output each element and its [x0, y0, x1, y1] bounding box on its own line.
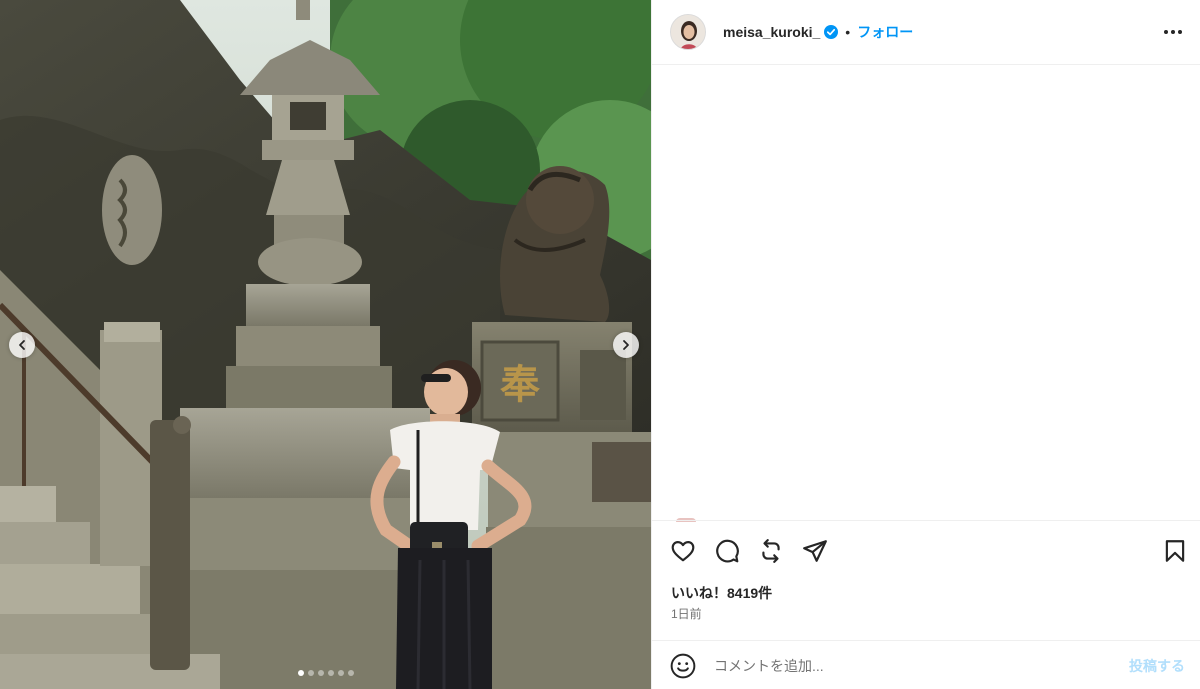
carousel-dot: [347, 670, 354, 676]
comment-button[interactable]: [714, 538, 740, 564]
avatar[interactable]: [670, 14, 706, 50]
carousel-dot: [307, 670, 314, 676]
carousel-indicator: [0, 670, 651, 676]
next-slide-button[interactable]: [613, 332, 639, 358]
follow-button[interactable]: フォロー: [857, 22, 913, 42]
emoji-button[interactable]: [670, 653, 696, 679]
likes-count[interactable]: いいね！8419件: [671, 583, 772, 603]
svg-text:奉: 奉: [500, 361, 541, 408]
carousel-dot: [317, 670, 324, 676]
separator-dot: •: [845, 24, 851, 40]
verified-badge-icon: [824, 25, 839, 39]
comment-icon: [716, 539, 739, 563]
previous-slide-button[interactable]: [9, 332, 35, 358]
post-header: meisa_kuroki_ • フォロー: [652, 0, 1200, 65]
like-button[interactable]: [670, 538, 696, 564]
post-photo[interactable]: 奉: [0, 0, 651, 689]
save-button[interactable]: [1162, 538, 1188, 564]
action-bar: [652, 520, 1200, 578]
post-timestamp[interactable]: 1日前: [671, 605, 702, 622]
username-link[interactable]: meisa_kuroki_: [723, 24, 820, 40]
comments-area[interactable]: [652, 66, 1200, 522]
comment-input[interactable]: [714, 655, 1094, 677]
avatar-image: [671, 15, 705, 49]
more-options-icon[interactable]: [1161, 22, 1185, 42]
comment-form: 投稿する: [652, 640, 1200, 689]
bookmark-icon: [1165, 540, 1185, 562]
chevron-right-icon: [623, 340, 629, 350]
carousel-dot: [337, 670, 344, 676]
repost-icon: [762, 539, 780, 563]
post-side-panel: meisa_kuroki_ • フォロー いいね！8419件 1日前 コメントを…: [651, 0, 1200, 689]
post-comment-button[interactable]: 投稿する: [1129, 656, 1185, 676]
share-icon: [803, 540, 827, 562]
share-button[interactable]: [802, 538, 828, 564]
carousel-dot: [327, 670, 334, 676]
chevron-left-icon: [19, 340, 25, 350]
repost-button[interactable]: [758, 538, 784, 564]
carousel-dot: [297, 670, 304, 676]
photo-scene: 奉: [0, 0, 651, 689]
emoji-icon: [670, 653, 696, 679]
heart-icon: [671, 541, 695, 562]
